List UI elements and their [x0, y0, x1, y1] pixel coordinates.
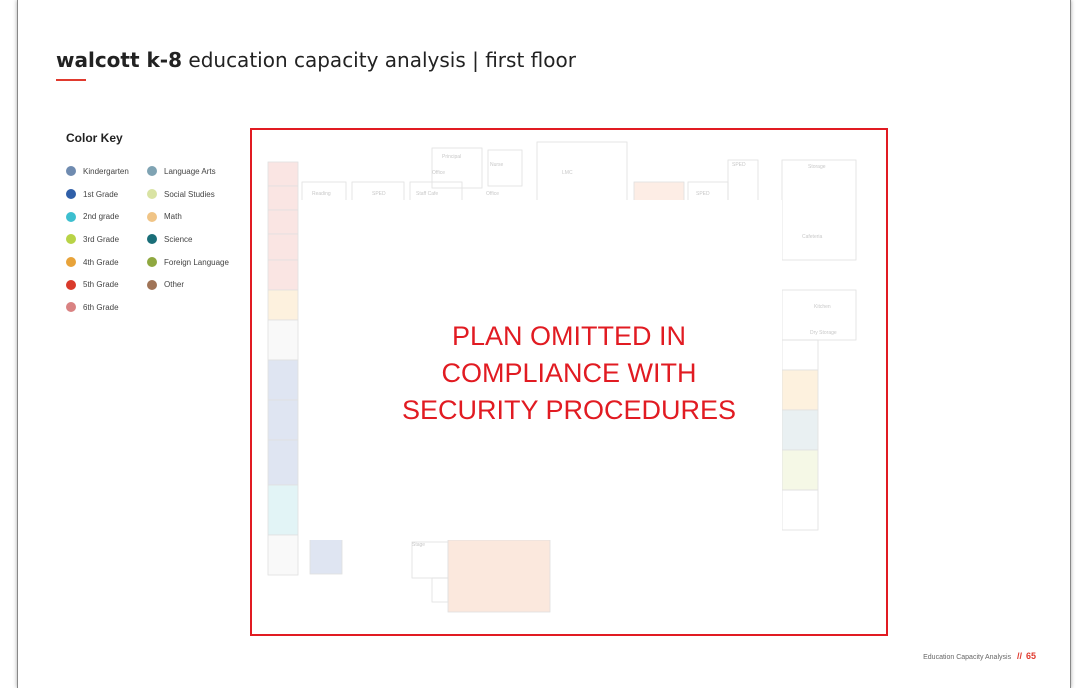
plan-room	[781, 489, 819, 531]
color-key-label: 5th Grade	[83, 280, 119, 290]
floor-plan-frame: Reading SPED Staff Cafe Office Office Pr…	[250, 128, 888, 636]
plan-label-sped-2: SPED	[696, 191, 710, 197]
color-key-label: 2nd grade	[83, 212, 120, 222]
color-key-label: Math	[164, 212, 182, 222]
security-omission-notice: PLAN OMITTED IN COMPLIANCE WITH SECURITY…	[252, 318, 886, 429]
plan-room	[267, 259, 299, 291]
color-key-item: 1st Grade	[66, 183, 129, 206]
plan-room	[267, 161, 299, 187]
plan-room	[267, 534, 299, 576]
color-swatch-icon	[66, 257, 76, 268]
color-swatch-icon	[147, 234, 157, 245]
color-key-item: 5th Grade	[66, 273, 129, 296]
plan-label-staff-cafe: Staff Cafe	[416, 191, 438, 197]
title-accent-bar	[56, 79, 86, 81]
color-key-label: 3rd Grade	[83, 234, 120, 244]
color-key-item: Other	[147, 273, 229, 296]
color-key-item: 6th Grade	[66, 296, 129, 319]
page-title-bold: walcott k-8	[56, 48, 183, 72]
plan-room	[267, 185, 299, 211]
plan-label-office: Office	[486, 191, 499, 197]
color-swatch-icon	[147, 257, 157, 268]
color-swatch-icon	[147, 166, 157, 177]
plan-label-cafeteria: Cafeteria	[802, 234, 823, 240]
color-key-item: 4th Grade	[66, 251, 129, 274]
footer-label: Education Capacity Analysis	[923, 654, 1012, 661]
plan-room	[267, 439, 299, 486]
plan-room	[267, 484, 299, 536]
plan-label-kitchen: Kitchen	[814, 304, 831, 310]
plan-room	[267, 233, 299, 261]
plan-label-stage: Stage	[412, 542, 425, 548]
color-key-item: Language Arts	[147, 160, 229, 183]
plan-label-storage: Storage	[808, 164, 826, 170]
color-swatch-icon	[66, 189, 76, 200]
document-page: walcott k-8 education capacity analysis …	[17, 0, 1071, 688]
plan-room	[781, 159, 857, 261]
footer-slashes: //	[1017, 651, 1023, 661]
color-swatch-icon	[66, 234, 76, 245]
plan-room	[536, 141, 628, 205]
color-key-item: Kindergarten	[66, 160, 129, 183]
color-swatch-icon	[66, 211, 76, 222]
plan-label-lmc: LMC	[562, 170, 573, 176]
color-key-label: Social Studies	[164, 189, 215, 199]
color-key-item: 2nd grade	[66, 205, 129, 228]
color-swatch-icon	[66, 166, 76, 177]
color-key-label: Language Arts	[164, 166, 216, 176]
color-key-column-1: Kindergarten 1st Grade 2nd grade 3rd Grade 4…	[66, 160, 129, 319]
color-key-item: Science	[147, 228, 229, 251]
plan-room	[781, 449, 819, 491]
color-swatch-icon	[147, 279, 157, 290]
plan-room	[431, 577, 449, 603]
color-key-label: Other	[164, 280, 185, 290]
color-key-item: Math	[147, 205, 229, 228]
plan-label-principal: Principal	[442, 154, 461, 160]
notice-line-3: SECURITY PROCEDURES	[401, 395, 737, 425]
color-key-label: 6th Grade	[83, 302, 119, 312]
notice-line-1: PLAN OMITTED IN	[451, 321, 687, 351]
page-title: walcott k-8 education capacity analysis …	[56, 48, 576, 72]
color-key-title: Color Key	[66, 131, 123, 145]
page-footer: Education Capacity Analysis // 65	[923, 651, 1036, 661]
color-key-label: Science	[164, 234, 193, 244]
color-swatch-icon	[147, 211, 157, 222]
plan-label-nurse: Nurse	[490, 162, 504, 168]
color-key-column-2: Language Arts Social Studies Math Science Fo…	[147, 160, 229, 296]
page-title-rest: education capacity analysis | first floo…	[182, 48, 576, 72]
plan-room	[487, 149, 523, 187]
color-key-item: Foreign Language	[147, 251, 229, 274]
plan-label-sped: SPED	[372, 191, 386, 197]
plan-label-office-2: Office	[432, 170, 445, 176]
plan-room	[267, 289, 299, 321]
color-swatch-icon	[66, 302, 76, 313]
plan-room	[447, 539, 551, 613]
color-key-label: Kindergarten	[83, 166, 129, 176]
color-key-item: 3rd Grade	[66, 228, 129, 251]
plan-label-sped-3: SPED	[732, 162, 746, 168]
color-swatch-icon	[66, 279, 76, 290]
color-key-item: Social Studies	[147, 183, 229, 206]
plan-room	[267, 209, 299, 235]
page-number: 65	[1025, 651, 1036, 661]
color-swatch-icon	[147, 189, 157, 200]
color-key-label: Foreign Language	[164, 257, 229, 267]
notice-line-2: COMPLIANCE WITH	[441, 358, 697, 388]
plan-room	[309, 537, 343, 575]
color-key-label: 4th Grade	[83, 257, 119, 267]
plan-label-reading: Reading	[312, 191, 331, 197]
color-key-label: 1st Grade	[83, 189, 119, 199]
